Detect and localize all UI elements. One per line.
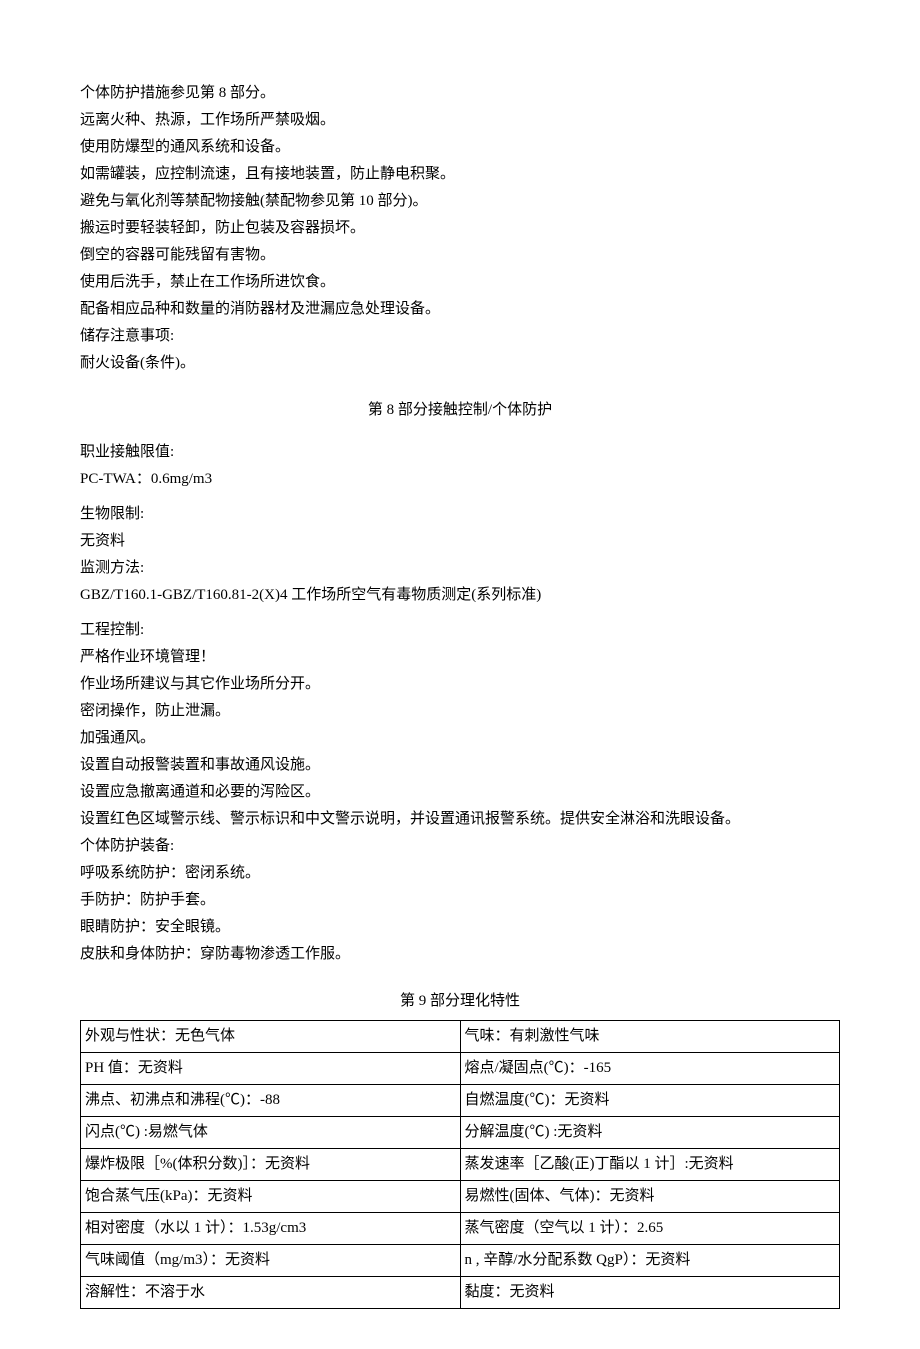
line: 倒空的容器可能残留有害物。 <box>80 242 840 269</box>
section8-title: 第 8 部分接触控制/个体防护 <box>80 397 840 424</box>
cell: 爆炸极限［%(体积分数)］：无资料 <box>81 1149 461 1181</box>
table-row: PH 值：无资料 熔点/凝固点(℃)：-165 <box>81 1053 840 1085</box>
cell: 易燃性(固体、气体)：无资料 <box>460 1181 840 1213</box>
table-row: 闪点(℃) :易燃气体 分解温度(℃) :无资料 <box>81 1117 840 1149</box>
line: 使用防爆型的通风系统和设备。 <box>80 134 840 161</box>
line: 设置红色区域警示线、警示标识和中文警示说明，并设置通讯报警系统。提供安全淋浴和洗… <box>80 806 840 833</box>
cell: 熔点/凝固点(℃)：-165 <box>460 1053 840 1085</box>
cell: 黏度：无资料 <box>460 1277 840 1309</box>
cell: n , 辛醇/水分配系数 QgP）：无资料 <box>460 1245 840 1277</box>
line: 工程控制: <box>80 617 840 644</box>
line: 眼睛防护：安全眼镜。 <box>80 914 840 941</box>
section8-body: 职业接触限值: PC-TWA：0.6mg/m3 生物限制: 无资料 监测方法: … <box>80 439 840 968</box>
line: 如需罐装，应控制流速，且有接地装置，防止静电积聚。 <box>80 161 840 188</box>
line: 使用后洗手，禁止在工作场所进饮食。 <box>80 269 840 296</box>
cell: 闪点(℃) :易燃气体 <box>81 1117 461 1149</box>
cell: 自燃温度(℃)：无资料 <box>460 1085 840 1117</box>
line: 避免与氧化剂等禁配物接触(禁配物参见第 10 部分)。 <box>80 188 840 215</box>
line: 设置应急撤离通道和必要的泻险区。 <box>80 779 840 806</box>
cell: 溶解性：不溶于水 <box>81 1277 461 1309</box>
cell: 蒸气密度（空气以 1 计）：2.65 <box>460 1213 840 1245</box>
section7-remaining: 个体防护措施参见第 8 部分。 远离火种、热源，工作场所严禁吸烟。 使用防爆型的… <box>80 80 840 377</box>
table-row: 爆炸极限［%(体积分数)］：无资料 蒸发速率［乙酸(正)丁酯以 1 计］:无资料 <box>81 1149 840 1181</box>
line: 无资料 <box>80 528 840 555</box>
cell: 外观与性状：无色气体 <box>81 1021 461 1053</box>
cell: 饱合蒸气压(kPa)：无资料 <box>81 1181 461 1213</box>
line: 皮肤和身体防护：穿防毒物渗透工作服。 <box>80 941 840 968</box>
properties-table: 外观与性状：无色气体 气味：有刺激性气味 PH 值：无资料 熔点/凝固点(℃)：… <box>80 1020 840 1309</box>
table-row: 饱合蒸气压(kPa)：无资料 易燃性(固体、气体)：无资料 <box>81 1181 840 1213</box>
line: 呼吸系统防护：密闭系统。 <box>80 860 840 887</box>
cell: PH 值：无资料 <box>81 1053 461 1085</box>
line: 手防护：防护手套。 <box>80 887 840 914</box>
line: 搬运时要轻装轻卸，防止包装及容器损坏。 <box>80 215 840 242</box>
line: 配备相应品种和数量的消防器材及泄漏应急处理设备。 <box>80 296 840 323</box>
line: 加强通风。 <box>80 725 840 752</box>
section9-title: 第 9 部分理化特性 <box>80 988 840 1015</box>
line: 储存注意事项: <box>80 323 840 350</box>
line: 生物限制: <box>80 501 840 528</box>
cell: 气味：有刺激性气味 <box>460 1021 840 1053</box>
line: 密闭操作，防止泄漏。 <box>80 698 840 725</box>
line: PC-TWA：0.6mg/m3 <box>80 466 840 493</box>
line: 职业接触限值: <box>80 439 840 466</box>
line: 严格作业环境管理！ <box>80 644 840 671</box>
line: 个体防护措施参见第 8 部分。 <box>80 80 840 107</box>
line: 监测方法: <box>80 555 840 582</box>
line: 作业场所建议与其它作业场所分开。 <box>80 671 840 698</box>
line: 远离火种、热源，工作场所严禁吸烟。 <box>80 107 840 134</box>
line: 个体防护装备: <box>80 833 840 860</box>
cell: 分解温度(℃) :无资料 <box>460 1117 840 1149</box>
line: 设置自动报警装置和事故通风设施。 <box>80 752 840 779</box>
cell: 蒸发速率［乙酸(正)丁酯以 1 计］:无资料 <box>460 1149 840 1181</box>
cell: 相对密度（水以 1 计）：1.53g/cm3 <box>81 1213 461 1245</box>
table-row: 气味阈值（mg/m3）：无资料 n , 辛醇/水分配系数 QgP）：无资料 <box>81 1245 840 1277</box>
table-row: 溶解性：不溶于水 黏度：无资料 <box>81 1277 840 1309</box>
line: 耐火设备(条件)。 <box>80 350 840 377</box>
line: GBZ/T160.1-GBZ/T160.81-2(X)4 工作场所空气有毒物质测… <box>80 582 840 609</box>
table-row: 沸点、初沸点和沸程(℃)：-88 自燃温度(℃)：无资料 <box>81 1085 840 1117</box>
cell: 气味阈值（mg/m3）：无资料 <box>81 1245 461 1277</box>
table-row: 相对密度（水以 1 计）：1.53g/cm3 蒸气密度（空气以 1 计）：2.6… <box>81 1213 840 1245</box>
cell: 沸点、初沸点和沸程(℃)：-88 <box>81 1085 461 1117</box>
table-row: 外观与性状：无色气体 气味：有刺激性气味 <box>81 1021 840 1053</box>
